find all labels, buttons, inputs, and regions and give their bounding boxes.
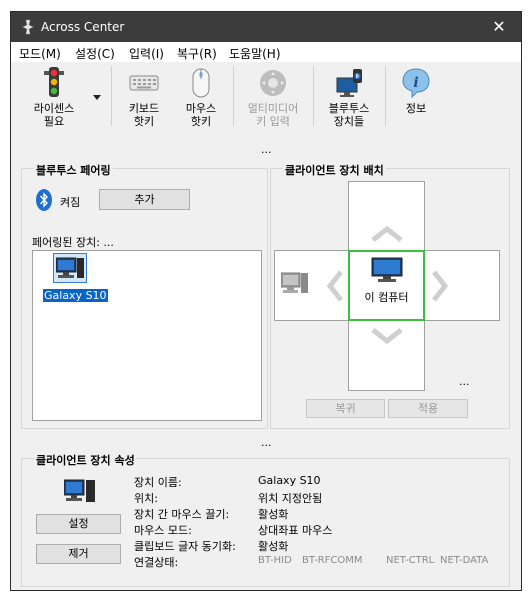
settings-button[interactable]: 설정 [36,514,121,534]
section-expander[interactable]: ... [261,436,272,449]
mouse-hotkey-button[interactable]: 마우스 핫키 [179,62,223,132]
clipboard-sync-label: 클립보드 글자 동기화: [134,540,236,553]
remove-button[interactable]: 제거 [36,544,121,564]
license-label-1: 라이센스 [33,102,75,115]
computer-icon [281,272,308,293]
position-value: 위치 지정안됨 [258,492,323,505]
add-device-button[interactable]: 추가 [99,189,190,210]
computer-icon [56,257,84,278]
toolbar-separator [385,66,386,126]
status-flag-net-ctrl: NET-CTRL [386,555,435,566]
status-flag-net-data: NET-DATA [440,555,489,566]
bluetooth-icon [36,189,52,211]
svg-text:i: i [413,75,418,91]
keyboard-label-1: 키보드 [128,102,160,115]
toolbar-expander[interactable]: ... [261,143,272,156]
toolbar-separator [111,66,112,126]
menu-bar: 모드(M) 설정(C) 입력(I) 복구(R) 도움말(H) [11,42,521,62]
bluetooth-state: 켜짐 [60,196,81,209]
client-layout-group: 클라이언트 장치 배치 이 컴퓨터 ... 복귀 적용 [270,162,510,429]
license-dropdown-arrow[interactable] [91,92,103,104]
menu-restore[interactable]: 복구(R) [177,45,217,62]
main-window: Across Center ✕ 모드(M) 설정(C) 입력(I) 복구(R) … [10,11,522,591]
layout-slot-left[interactable] [274,250,351,321]
device-selection-frame [53,253,87,283]
license-button[interactable]: 라이센스 필요 [23,62,85,132]
dropdown-arrow-icon [93,95,101,100]
multimedia-label-1: 멀티미디어 [247,102,299,115]
menu-input[interactable]: 입력(I) [129,45,164,62]
menu-help[interactable]: 도움말(H) [229,45,281,62]
info-icon: i [402,68,430,99]
layout-slot-right[interactable] [423,250,500,321]
toolbar: 라이센스 필요 키보드 핫키 마우스 핫키 멀티미디어 키 입력 블루투스 장치… [11,62,521,134]
multimedia-key-button[interactable]: 멀티미디어 키 입력 [243,62,303,132]
media-control-icon [260,70,286,96]
info-label: 정보 [405,102,427,115]
app-logo-icon [22,19,34,35]
status-flag-bt-rfcomm: BT-RFCOMM [302,555,363,566]
title-bar: Across Center ✕ [11,12,521,42]
client-props-title: 클라이언트 장치 속성 [34,452,137,468]
license-label-2: 필요 [43,115,65,128]
apply-button[interactable]: 적용 [388,399,468,418]
chevron-left-icon [327,270,343,302]
computer-icon [64,479,95,502]
keyboard-label-2: 핫키 [133,115,155,128]
device-name-label: 장치 이름: [134,476,182,489]
keyboard-hotkey-button[interactable]: 키보드 핫키 [119,62,169,132]
layout-slot-center[interactable]: 이 컴퓨터 [348,250,425,321]
layout-more[interactable]: ... [459,375,470,388]
menu-mode[interactable]: 모드(M) [19,45,61,62]
clipboard-sync-value: 활성화 [258,540,289,553]
info-button[interactable]: i 정보 [393,62,439,132]
mouse-label-1: 마우스 [185,102,217,115]
mouse-drag-label: 장치 간 마우스 끌기: [134,508,230,521]
device-name-value: Galaxy S10 [258,474,321,487]
client-props-group: 클라이언트 장치 속성 설정 제거 장치 이름: Galaxy S10 위치: … [21,452,510,587]
mouse-mode-value: 상대좌표 마우스 [258,524,333,537]
chevron-up-icon [371,226,403,242]
layout-slot-bottom[interactable] [348,319,425,391]
status-flag-bt-hid: BT-HID [258,555,292,566]
mouse-icon [192,68,210,98]
connection-status-label: 연결상태: [134,556,179,569]
mouse-drag-value: 활성화 [258,508,289,521]
menu-settings[interactable]: 설정(C) [75,45,115,62]
restore-button[interactable]: 복귀 [306,399,385,418]
position-label: 위치: [134,492,158,505]
chevron-down-icon [371,328,403,344]
bluetooth-pairing-group: 블루투스 페어링 켜짐 추가 페어링된 장치: ... Galaxy S10 [21,162,268,429]
bluetooth-label-1: 블루투스 [328,102,370,115]
paired-devices-list[interactable]: Galaxy S10 [32,250,262,421]
monitor-icon [371,257,403,282]
bluetooth-devices-icon [336,69,362,97]
window-title: Across Center [41,20,125,34]
mouse-label-2: 핫키 [190,115,212,128]
keyboard-icon [129,75,159,91]
toolbar-separator [233,66,234,126]
close-icon[interactable]: ✕ [477,12,521,42]
bluetooth-devices-button[interactable]: 블루투스 장치들 [321,62,377,132]
layout-slot-top[interactable] [348,181,425,252]
this-computer-label: 이 컴퓨터 [364,291,409,304]
bluetooth-label-2: 장치들 [333,115,365,128]
toolbar-separator [313,66,314,126]
chevron-right-icon [432,270,448,302]
list-item[interactable]: Galaxy S10 [42,251,109,303]
device-name: Galaxy S10 [42,288,109,303]
client-layout-title: 클라이언트 장치 배치 [283,162,386,178]
bluetooth-pairing-title: 블루투스 페어링 [34,162,113,178]
paired-devices-label: 페어링된 장치: ... [32,236,114,249]
traffic-light-icon [44,67,64,97]
mouse-mode-label: 마우스 모드: [134,524,192,537]
multimedia-label-2: 키 입력 [256,115,290,128]
